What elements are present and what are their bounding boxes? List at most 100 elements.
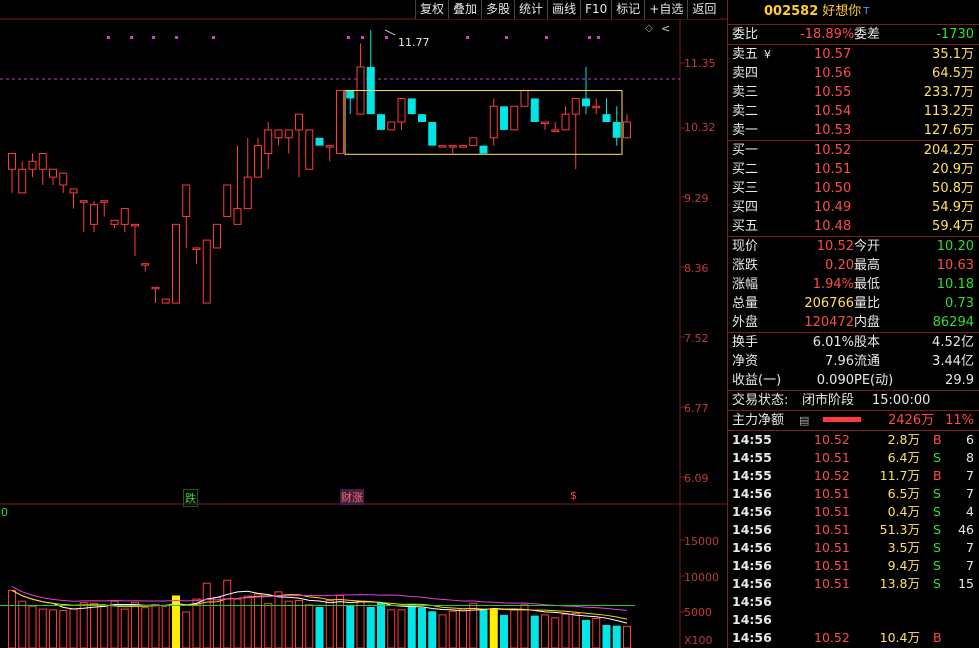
tick-price: 10.52 [814,468,850,483]
candle-body [8,153,16,170]
order-label: 卖五 [732,47,759,62]
tick-row: 14:55 10.51 6.4万 S 8 [728,449,979,467]
order-label: 买一 [732,143,759,158]
tick-volume: 13.8万 [879,576,920,591]
stock-header: 002582 好想你 T [728,0,979,24]
volume-bar [592,617,601,648]
toolbar-button-4[interactable]: 画线 [547,0,581,19]
stat-value: 1.94% [812,277,854,292]
tick-volume: 10.4万 [879,630,920,645]
finance-stats: 换手 6.01% 股本 4.52亿 净资 7.96 流通 3.44亿 收益(一) 0.090 PE(… [728,333,979,390]
tick-time: 14:56 [732,558,772,573]
volume-tick: 5000 [684,606,712,619]
event-marker-dollar[interactable]: $ [569,489,578,502]
buy-book: 买一 10.52 204.2万 买二 10.51 20.9万 买三 10.50 50.8万 买四 1… [728,141,979,236]
finance-label: 流通 [854,354,881,369]
tick-row: 14:55 10.52 11.7万 B 7 [728,467,979,485]
tick-time: 14:56 [732,486,772,501]
finance-label: 收益(一) [732,373,782,388]
tick-list[interactable]: 14:55 10.52 2.8万 B 6 14:55 10.51 6.4万 S 8 14:55 10.… [728,431,979,647]
candle-body [274,129,283,139]
event-marker-finance[interactable]: 财涨 [340,489,364,505]
candle-body [192,247,201,250]
buy-row: 买二 10.51 20.9万 [728,160,979,179]
candle-body [489,105,498,139]
volume-bar [79,602,88,648]
toolbar-button-7[interactable]: +自选 [644,0,688,19]
order-price: 10.55 [814,85,852,100]
toolbar-button-2[interactable]: 多股 [481,0,515,19]
volume-bar [284,600,293,648]
tick-side: S [933,540,941,555]
diamond-icon[interactable]: ◇ [644,23,654,34]
tick-price: 10.51 [814,450,850,465]
stat-label: 今开 [854,239,881,254]
candle-body [561,113,570,131]
tick-side: B [933,432,942,447]
tick-row: 14:56 10.51 9.4万 S 7 [728,557,979,575]
tick-row: 14:56 10.52 10.4万 B [728,629,979,647]
chevron-left-icon[interactable]: < [660,22,671,35]
candle-body [592,105,601,109]
stock-tag: T [863,6,870,17]
candle-body [541,121,549,125]
toolbar-button-3[interactable]: 统计 [514,0,548,19]
candle-body [305,129,314,170]
stock-name[interactable]: 好想你 [822,4,861,19]
candle-body [469,137,478,147]
volume-bar [336,594,344,648]
volume-bar [623,625,631,648]
finance-label: PE(动) [854,373,894,388]
volume-bar [38,608,47,648]
kline-chart[interactable] [0,0,727,648]
candle-body [551,129,560,132]
candle-body [28,160,37,170]
candle-body [612,122,621,138]
main-flow-pct: 11% [945,413,974,428]
volume-bar [582,619,590,648]
tick-side: S [933,450,941,465]
main-flow-bar [823,417,861,422]
volume-bar [28,605,37,648]
toolbar-button-5[interactable]: F10 [580,0,612,19]
tick-volume: 2.8万 [887,432,920,447]
tick-count: 8 [966,450,974,465]
stat-row: 现价 10.52 今开 10.20 [728,237,979,256]
stock-code: 002582 [764,4,819,19]
toolbar-button-1[interactable]: 叠加 [448,0,482,19]
candle-body [315,137,324,146]
volume-bar [182,611,191,648]
volume-bar [161,605,170,648]
signal-dot [107,36,110,39]
toolbar-button-8[interactable]: 返回 [687,0,721,19]
candle-body [459,145,467,148]
finance-label: 股本 [854,335,881,350]
volume-tick: 10000 [684,571,719,584]
toolbar-button-6[interactable]: 标记 [611,0,645,19]
tick-count: 15 [958,576,974,591]
volume-bar [69,608,78,648]
price-tick: 10.32 [684,121,716,134]
volume-bar [356,600,365,648]
tick-count: 7 [966,558,974,573]
order-volume: 113.2万 [923,104,974,119]
order-price: 10.50 [814,181,852,196]
volume-bar [18,600,27,648]
chart-toolbar: 复权 叠加 多股 统计 画线 F10 标记 +自选 返回 [415,0,721,19]
list-icon[interactable]: ▤ [799,411,809,430]
tick-time: 14:56 [732,612,772,627]
tick-time: 14:56 [732,630,772,645]
weibi-row: 委比 -18.89% 委差 -1730 [728,25,979,44]
tick-time: 14:56 [732,594,772,609]
signal-dot [130,36,133,39]
tick-price: 10.51 [814,504,850,519]
tick-row: 14:56 [728,593,979,611]
stat-label: 量比 [854,296,881,311]
stat-row: 总量 206766 量比 0.73 [728,294,979,313]
tick-time: 14:56 [732,576,772,591]
toolbar-button-0[interactable]: 复权 [415,0,449,19]
candle-body [172,223,180,304]
volume-bar [541,614,549,648]
signal-dot [212,36,215,39]
event-marker-down[interactable]: 跌 [183,489,198,507]
